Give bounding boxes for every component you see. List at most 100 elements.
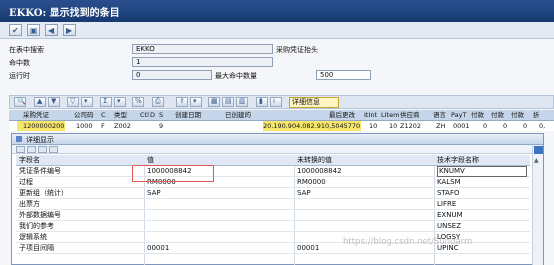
selection-panel: 在表中搜索 EKKO 采购凭证抬头 命中数 1 运行时 0 最大命中数量 500 (0, 39, 554, 91)
field-tech-name: UNSEZ (437, 222, 462, 230)
maxhits-input[interactable]: 500 (316, 70, 371, 80)
application-toolbar: ✔ ▣ ◀ ▶ (0, 22, 554, 39)
col-payt[interactable]: PayT (451, 110, 466, 120)
col-litem[interactable]: LItem (381, 110, 399, 120)
execute-icon[interactable]: ▶ (63, 24, 76, 36)
col-tech-name[interactable]: 技术字段名称 (437, 155, 479, 166)
col-created-by[interactable]: 已创建的 (225, 110, 251, 120)
field-name: 我们的参考 (19, 222, 54, 230)
cell-s: 9 (159, 122, 164, 130)
layout-choose-icon[interactable]: ▤ (222, 97, 234, 107)
sort-icon[interactable] (16, 146, 25, 153)
table-row[interactable]: 1200000200 10 0 0 F Z002 9 20.190.904.082.… (9, 121, 554, 131)
filter-icon[interactable]: ▽ (67, 97, 79, 107)
hits-label: 命中数 (9, 59, 30, 67)
table-row[interactable]: 出票方 LIFRE (16, 199, 530, 210)
subtotal-icon[interactable]: % (132, 97, 144, 107)
cell-pay3: 0 (523, 122, 528, 130)
col-created-date[interactable]: 创建日期 (175, 110, 201, 120)
cell-last-change: 20.190.904.082.910,5045770 (263, 121, 361, 131)
grid-toolbar: 🔍 ▲ ▼ ▽ ▾ Σ ▾ % ⎙ ⇪ ▾ ▦ ▤ ▥ ▮ i 详细信息 (9, 95, 554, 109)
cell-c: F (101, 122, 105, 130)
col-pay2[interactable]: 付款 (491, 110, 504, 120)
highlight-box (132, 165, 214, 182)
save-icon[interactable]: ▣ (27, 24, 40, 36)
detail-table: 字段名 值 未转换的值 技术字段名称 凭证条件编号 1000008842 100… (16, 155, 530, 265)
col-po[interactable]: 采购凭证 (23, 110, 49, 120)
layout-save-icon[interactable]: ▥ (236, 97, 248, 107)
cell-itint: 10 (369, 122, 378, 130)
check-icon[interactable]: ✔ (9, 24, 22, 36)
filter-icon[interactable] (27, 146, 36, 153)
col-type[interactable]: 类型 (114, 110, 127, 120)
sum-icon[interactable]: Σ (100, 97, 112, 107)
col-d[interactable]: D (150, 110, 155, 120)
field-value: 00001 (147, 244, 170, 252)
field-value: SAP (147, 189, 161, 197)
export-icon[interactable] (49, 146, 58, 153)
table-description: 采购凭证抬头 (276, 46, 318, 54)
field-name: 子项目间隔 (19, 244, 54, 252)
col-discount[interactable]: 折 (533, 110, 540, 120)
info-icon[interactable]: i (270, 97, 282, 107)
field-tech-name[interactable]: KNUMV (437, 166, 527, 177)
field-tech-name: STAFO (437, 189, 460, 197)
layout-settings-icon[interactable] (534, 146, 543, 154)
window-title: EKKO: 显示找到的条目 (9, 8, 120, 19)
detail-info-button[interactable]: 详细信息 (289, 97, 339, 108)
watermark: https://blog.csdn.net/Sundarm (343, 237, 473, 247)
dialog-toolbar (12, 145, 543, 154)
cell-language: ZH (436, 122, 446, 130)
table-row[interactable]: 外部数据编号 EXNUM (16, 210, 530, 221)
print-icon[interactable] (38, 146, 47, 153)
col-company[interactable]: 公司码 (74, 110, 94, 120)
table-row[interactable]: 我们的参考 UNSEZ (16, 221, 530, 232)
field-tech-name: EXNUM (437, 211, 463, 219)
field-unconverted: 1000008842 (297, 167, 342, 175)
col-language[interactable]: 语言 (433, 110, 446, 120)
layout-icon[interactable]: ▦ (208, 97, 220, 107)
col-unconverted[interactable]: 未转换的值 (297, 155, 332, 166)
cell-po[interactable]: 1200000200 (17, 121, 65, 131)
table-row[interactable]: 更新组（统计） SAP SAP STAFO (16, 188, 530, 199)
field-tech-name: KALSM (437, 178, 461, 186)
col-s[interactable]: S (159, 110, 163, 120)
table-label: 在表中搜索 (9, 46, 44, 54)
field-unconverted: 00001 (297, 244, 320, 252)
cell-litem: 10 (389, 122, 398, 130)
graphic-icon[interactable]: ▮ (256, 97, 268, 107)
col-vendor[interactable]: 供应商 (400, 110, 420, 120)
col-field-name[interactable]: 字段名 (19, 155, 40, 166)
field-name: 外部数据编号 (19, 211, 61, 219)
vertical-scrollbar[interactable]: ▲ (532, 145, 543, 265)
col-last-change[interactable]: 最后更改 (329, 110, 355, 120)
col-itint[interactable]: ItInt (364, 110, 377, 120)
table-row[interactable]: 凭证条件编号 1000008842 1000008842 KNUMV (16, 166, 530, 177)
cell-type: Z002 (114, 122, 131, 130)
col-c[interactable]: C (101, 110, 106, 120)
cell-pay2: 0 (503, 122, 508, 130)
field-name: 出票方 (19, 200, 40, 208)
back-icon[interactable]: ◀ (45, 24, 58, 36)
export-dropdown-icon[interactable]: ▾ (190, 97, 202, 107)
details-icon[interactable]: 🔍 (14, 97, 26, 107)
print-icon[interactable]: ⎙ (152, 97, 164, 107)
field-name: 过程 (19, 178, 33, 186)
cell-pay1: 0 (483, 122, 488, 130)
sort-desc-icon[interactable]: ▼ (48, 97, 60, 107)
hits-field: 1 (132, 57, 273, 67)
filter-dropdown-icon[interactable]: ▾ (81, 97, 93, 107)
col-pay3[interactable]: 付款 (511, 110, 524, 120)
sort-asc-icon[interactable]: ▲ (34, 97, 46, 107)
field-name: 更新组（统计） (19, 189, 68, 197)
field-name: 逻辑系统 (19, 233, 47, 241)
window-icon (16, 136, 22, 142)
cell-vendor: Z1202 (400, 122, 421, 130)
export-icon[interactable]: ⇪ (176, 97, 188, 107)
col-ctl[interactable]: Ctl (140, 110, 149, 120)
table-row[interactable]: 过程 RM0000 RM0000 KALSM (16, 177, 530, 188)
col-pay1[interactable]: 付款 (471, 110, 484, 120)
sum-dropdown-icon[interactable]: ▾ (114, 97, 126, 107)
title-bar: EKKO: 显示找到的条目 (0, 0, 554, 22)
scroll-up-icon[interactable]: ▲ (534, 157, 539, 164)
